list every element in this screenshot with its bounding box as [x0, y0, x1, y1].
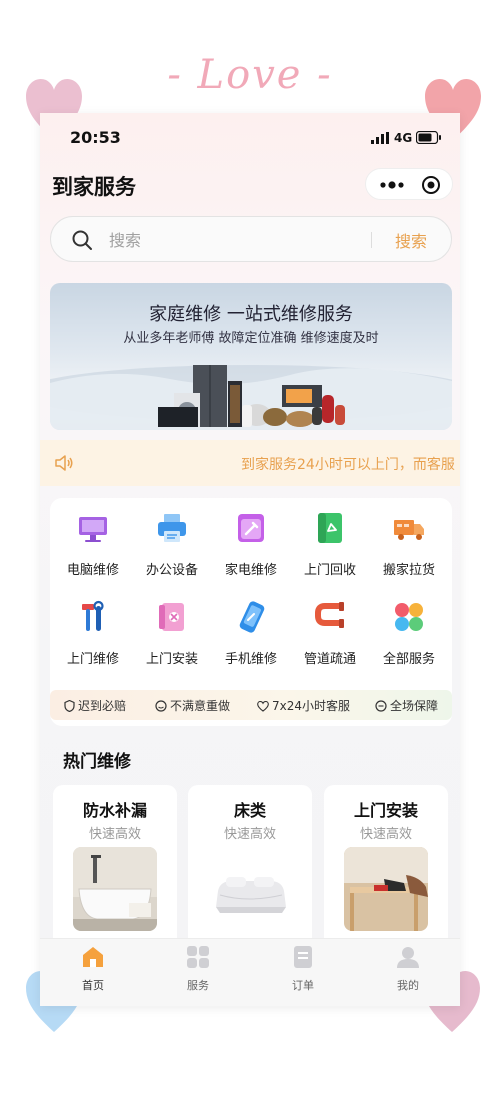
- tab-home[interactable]: 首页: [53, 945, 133, 993]
- appliance-icon: [238, 514, 264, 542]
- guarantee-label: 全场保障: [390, 699, 439, 713]
- tools-icon: [82, 600, 104, 631]
- service-label: 办公设备: [145, 563, 198, 578]
- badge-icon: [375, 700, 387, 712]
- service-moving[interactable]: 搬家拉货: [369, 511, 449, 578]
- guarantee-strip: 迟到必赔 不满意重做 7x24小时客服 全场保障: [50, 690, 452, 720]
- profile-icon: [397, 947, 419, 968]
- guarantee-label: 7x24小时客服: [272, 699, 351, 713]
- signal-icon: [371, 132, 389, 144]
- guarantee-item: 迟到必赔: [64, 697, 126, 714]
- install-icon: [159, 603, 184, 631]
- network-label: 4G: [394, 131, 413, 145]
- service-label: 管道疏通: [303, 652, 356, 667]
- service-label: 电脑维修: [66, 563, 119, 578]
- hot-card-waterproof[interactable]: 防水补漏 快速高效: [53, 785, 177, 955]
- card-title: 床类: [233, 801, 266, 820]
- smile-icon: [155, 700, 167, 712]
- phone-screen: 20:53 4G 到家服务 搜索 搜索 家庭维修 一站式维修服务 从业多年老师傅…: [40, 113, 460, 1006]
- service-installation[interactable]: 上门安装: [132, 600, 212, 667]
- service-recycling[interactable]: 上门回收: [290, 511, 370, 578]
- bed-image: [208, 847, 292, 931]
- service-appliance-repair[interactable]: 家电维修: [211, 511, 291, 578]
- service-label: 上门安装: [145, 652, 198, 667]
- tab-services[interactable]: 服务: [158, 945, 238, 993]
- hot-section-title: 热门维修: [63, 752, 131, 772]
- guarantee-label: 不满意重做: [170, 699, 231, 713]
- nav-header: 到家服务: [40, 165, 460, 205]
- guarantee-item: 全场保障: [375, 697, 438, 714]
- shield-icon: [64, 700, 75, 712]
- service-phone-repair[interactable]: 手机维修: [211, 600, 291, 667]
- computer-icon: [79, 517, 107, 542]
- card-subtitle: 快速高效: [359, 827, 412, 842]
- tab-label: 订单: [292, 979, 314, 992]
- mini-program-capsule: [365, 168, 453, 200]
- service-pipe-unclog[interactable]: 管道疏通: [290, 600, 370, 667]
- tab-label: 我的: [397, 979, 419, 992]
- search-bar: 搜索: [50, 216, 452, 262]
- grid-icon: [187, 946, 209, 968]
- tab-label: 首页: [82, 979, 104, 992]
- service-office-equipment[interactable]: 办公设备: [132, 511, 212, 578]
- search-input[interactable]: [109, 229, 349, 251]
- search-divider: [371, 232, 372, 248]
- phone-icon: [239, 601, 265, 633]
- service-label: 搬家拉货: [382, 563, 435, 578]
- service-label: 上门回收: [303, 563, 356, 578]
- notice-text: 到家服务24小时可以上门，而客服: [241, 457, 455, 473]
- pipe-icon: [315, 602, 344, 628]
- service-label: 上门维修: [66, 652, 119, 667]
- more-icon[interactable]: [378, 175, 406, 195]
- all-services-icon: [395, 603, 423, 631]
- speaker-icon: [55, 455, 73, 471]
- tab-bar: 首页 服务 订单 我的: [40, 938, 460, 1006]
- notice-bar[interactable]: 到家服务24小时可以上门，而客服: [40, 440, 460, 486]
- tab-orders[interactable]: 订单: [263, 945, 343, 993]
- service-label: 手机维修: [224, 652, 277, 667]
- service-all[interactable]: 全部服务: [369, 600, 449, 667]
- search-button[interactable]: 搜索: [381, 228, 441, 252]
- guarantee-item: 不满意重做: [155, 697, 230, 714]
- card-subtitle: 快速高效: [88, 827, 141, 842]
- recycle-icon: [318, 513, 342, 543]
- card-subtitle: 快速高效: [223, 827, 276, 842]
- service-computer-repair[interactable]: 电脑维修: [53, 511, 133, 578]
- service-onsite-repair[interactable]: 上门维修: [53, 600, 133, 667]
- tab-label: 服务: [187, 979, 209, 992]
- order-icon: [294, 946, 312, 968]
- battery-icon: [416, 131, 441, 144]
- guarantee-item: 7x24小时客服: [257, 697, 350, 714]
- service-label: 家电维修: [224, 563, 277, 578]
- truck-icon: [394, 520, 424, 540]
- status-time: 20:53: [70, 128, 121, 147]
- hot-card-bed[interactable]: 床类 快速高效: [188, 785, 312, 955]
- card-title: 防水补漏: [82, 801, 147, 820]
- service-label: 全部服务: [382, 652, 435, 667]
- heart-outline-icon: [257, 701, 269, 712]
- card-title: 上门安装: [353, 801, 418, 820]
- status-bar: 20:53 4G: [40, 113, 460, 161]
- printer-icon: [158, 514, 186, 542]
- close-target-icon[interactable]: [421, 175, 441, 195]
- page-title: 到家服务: [52, 175, 136, 199]
- installation-image: [344, 847, 428, 931]
- guarantee-label: 迟到必赔: [78, 699, 127, 713]
- tab-profile[interactable]: 我的: [368, 945, 448, 993]
- home-icon: [83, 947, 103, 967]
- promo-banner[interactable]: 家庭维修 一站式维修服务 从业多年老师傅 故障定位准确 维修速度及时: [50, 283, 452, 430]
- search-icon: [72, 230, 92, 250]
- hot-card-installation[interactable]: 上门安装 快速高效: [324, 785, 448, 955]
- bathtub-image: [73, 847, 157, 931]
- banner-appliances-image: [50, 365, 452, 430]
